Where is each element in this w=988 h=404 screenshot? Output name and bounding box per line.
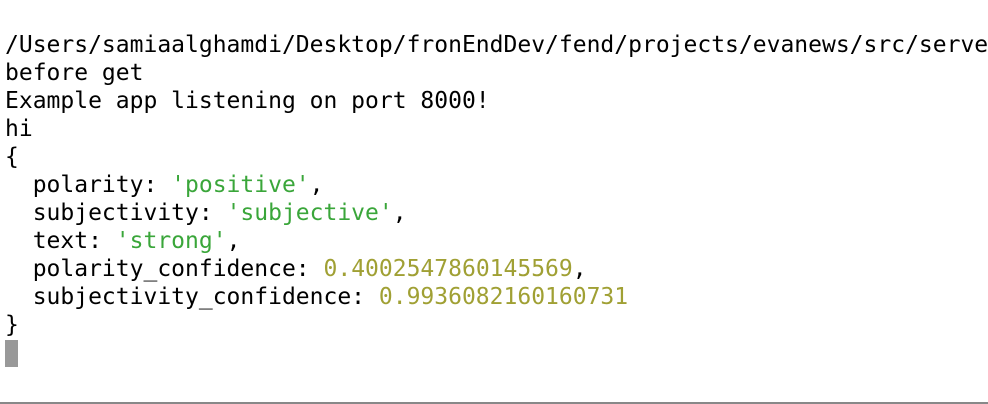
- field-value: 'subjective': [226, 200, 393, 226]
- field-value: 0.4002547860145569: [323, 256, 573, 282]
- field-comma: ,: [392, 200, 407, 226]
- field-key: subjectivity:: [5, 200, 227, 226]
- object-field: text: 'strong',: [5, 227, 988, 255]
- terminal-output[interactable]: /Users/samiaalghamdi/Desktop/fronEndDev/…: [5, 31, 988, 367]
- field-value: 0.9936082160160731: [378, 284, 629, 310]
- output-line-path: /Users/samiaalghamdi/Desktop/fronEndDev/…: [5, 32, 988, 58]
- field-comma: ,: [309, 172, 324, 198]
- object-open-brace: {: [5, 144, 19, 170]
- output-line: Example app listening on port 8000!: [5, 88, 490, 114]
- field-comma: ,: [226, 228, 241, 254]
- object-field: polarity: 'positive',: [5, 171, 988, 199]
- terminal-cursor: [5, 340, 18, 367]
- field-comma: ,: [572, 256, 587, 282]
- field-key: subjectivity_confidence:: [5, 284, 379, 310]
- field-key: polarity:: [5, 172, 172, 198]
- object-field: subjectivity: 'subjective',: [5, 199, 988, 227]
- field-value: 'strong': [115, 228, 227, 254]
- object-field: polarity_confidence: 0.4002547860145569,: [5, 255, 988, 283]
- output-line: hi: [5, 116, 33, 142]
- field-key: text:: [5, 228, 116, 254]
- object-close-brace: }: [5, 312, 19, 338]
- field-key: polarity_confidence:: [5, 256, 324, 282]
- field-value: 'positive': [171, 172, 310, 198]
- object-field: subjectivity_confidence: 0.9936082160160…: [5, 283, 988, 311]
- output-line: before get: [5, 60, 144, 86]
